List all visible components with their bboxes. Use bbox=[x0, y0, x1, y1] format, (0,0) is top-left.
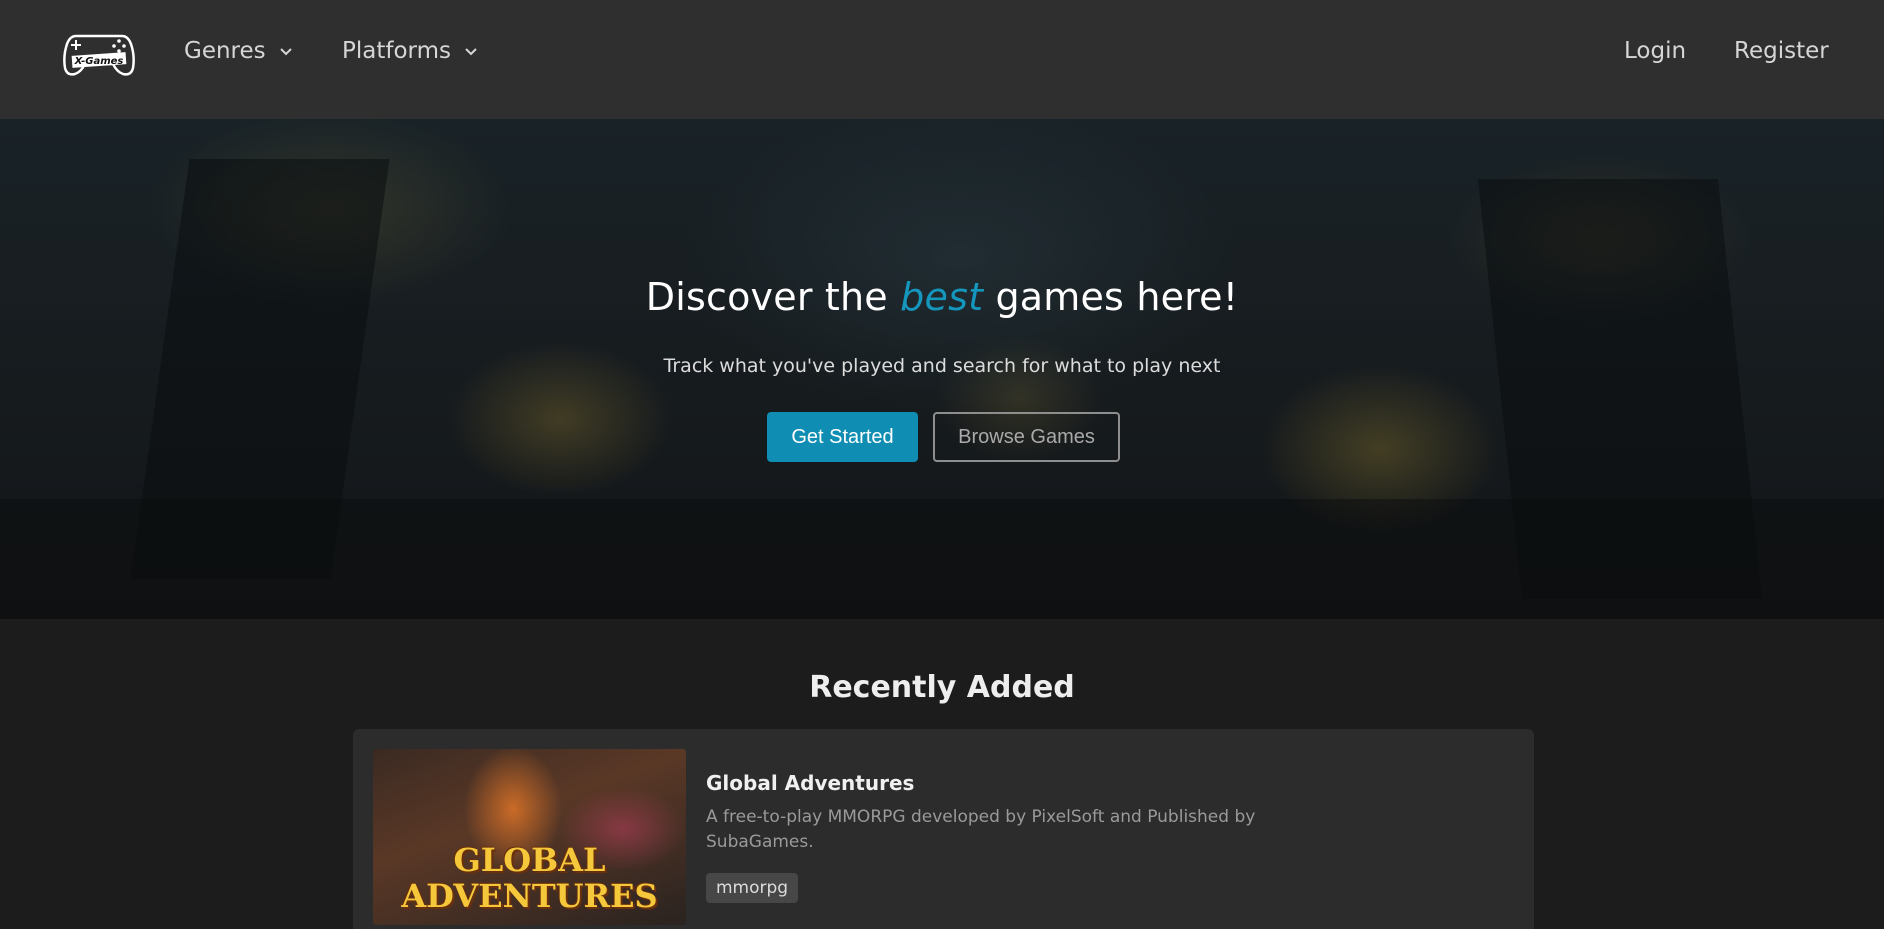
thumbnail-title-line2: ADVENTURES bbox=[401, 877, 658, 915]
hero-title-end: games here! bbox=[983, 275, 1239, 319]
platforms-label: Platforms bbox=[342, 38, 451, 64]
logo[interactable]: X-Games bbox=[62, 30, 136, 78]
game-thumbnail[interactable]: GLOBAL ADVENTURES bbox=[373, 749, 686, 925]
hero-subtitle: Track what you've played and search for … bbox=[663, 355, 1221, 377]
game-card[interactable]: GLOBAL ADVENTURES Global Adventures A fr… bbox=[353, 729, 1534, 929]
genres-dropdown[interactable]: Genres bbox=[184, 38, 294, 64]
recently-added-heading: Recently Added bbox=[809, 670, 1075, 705]
chevron-down-icon bbox=[465, 48, 477, 56]
hero-title: Discover the best games here! bbox=[0, 275, 1884, 319]
navbar: X-Games Genres Platforms Login Register bbox=[0, 0, 1884, 119]
gamepad-logo-icon: X-Games bbox=[63, 34, 135, 76]
browse-games-button[interactable]: Browse Games bbox=[933, 412, 1120, 462]
genre-tag[interactable]: mmorpg bbox=[706, 873, 799, 903]
platforms-dropdown[interactable]: Platforms bbox=[342, 38, 479, 64]
register-link[interactable]: Register bbox=[1734, 38, 1829, 64]
logo-text: X-Games bbox=[74, 56, 124, 67]
hero-banner: Discover the best games here! Track what… bbox=[0, 119, 1884, 619]
chevron-down-icon bbox=[279, 48, 292, 56]
thumbnail-title-line1: GLOBAL bbox=[453, 841, 606, 879]
genres-label: Genres bbox=[184, 38, 266, 64]
login-link[interactable]: Login bbox=[1624, 38, 1686, 64]
hero-title-accent: best bbox=[900, 275, 984, 319]
get-started-button[interactable]: Get Started bbox=[767, 412, 918, 462]
game-title[interactable]: Global Adventures bbox=[706, 771, 914, 795]
hero-title-start: Discover the bbox=[645, 275, 901, 319]
game-description: A free-to-play MMORPG developed by Pixel… bbox=[706, 807, 1256, 852]
